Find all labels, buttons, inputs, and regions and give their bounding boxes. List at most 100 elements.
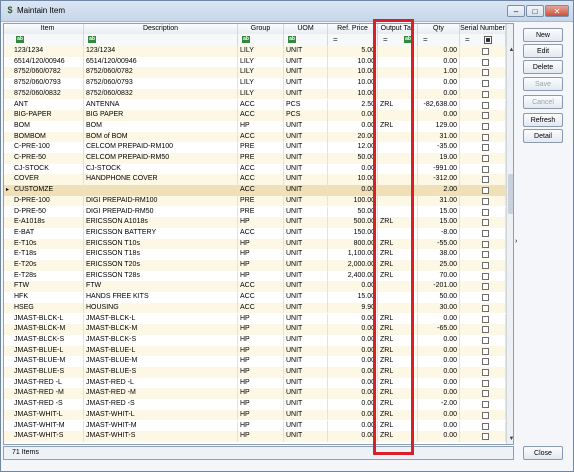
- serial-number-checkbox[interactable]: [482, 101, 489, 109]
- cell-serial-number[interactable]: [460, 302, 506, 314]
- cell-serial-number[interactable]: [460, 46, 506, 57]
- edit-button[interactable]: Edit: [523, 44, 563, 58]
- serial-number-checkbox[interactable]: [482, 390, 489, 398]
- scroll-thumb[interactable]: [508, 174, 513, 214]
- serial-number-checkbox[interactable]: [482, 112, 489, 120]
- serial-number-checkbox[interactable]: [482, 176, 489, 184]
- scroll-down-icon[interactable]: ▼: [507, 435, 513, 444]
- header-qty[interactable]: Qty: [418, 24, 460, 34]
- minimize-button[interactable]: –: [507, 5, 525, 17]
- table-row[interactable]: C-PRE-50 CELCOM PREPAID-RM50 PRE UNIT 50.00 1…: [4, 153, 513, 164]
- cell-serial-number[interactable]: [460, 334, 506, 346]
- cell-serial-number[interactable]: [460, 409, 506, 421]
- table-row[interactable]: HFK HANDS FREE KITS ACC UNIT 15.00 50.00: [4, 292, 513, 303]
- serial-number-checkbox[interactable]: [482, 58, 489, 66]
- table-row[interactable]: HSEG HOUSING ACC UNIT 9.90 30.00: [4, 302, 513, 314]
- table-row[interactable]: JMAST-WHIT-L JMAST-WHIT-L HP UNIT 0.00 ZRL 0.0…: [4, 409, 513, 421]
- cell-serial-number[interactable]: [460, 420, 506, 432]
- serial-number-checkbox[interactable]: [482, 336, 489, 344]
- serial-number-checkbox[interactable]: [482, 262, 489, 269]
- cell-serial-number[interactable]: [460, 270, 506, 282]
- header-item[interactable]: Item: [12, 24, 84, 34]
- table-row[interactable]: BOM BOM HP UNIT 0.00 ZRL 129.00: [4, 120, 513, 132]
- table-row[interactable]: JMAST-BLCK-L JMAST-BLCK-L HP UNIT 0.00 ZRL 0.0…: [4, 313, 513, 325]
- vertical-scrollbar[interactable]: ▲ ▼: [506, 24, 513, 444]
- table-row[interactable]: JMAST-RED -M JMAST-RED -M HP UNIT 0.00 ZRL 0.0…: [4, 388, 513, 400]
- serial-number-checkbox[interactable]: [482, 155, 489, 162]
- serial-number-checkbox[interactable]: [482, 144, 489, 152]
- table-row[interactable]: D-PRE-50 DIGI PREPAID-RM50 PRE UNIT 50.00 15.…: [4, 206, 513, 218]
- table-row[interactable]: JMAST-WHIT-S JMAST-WHIT-S HP UNIT 0.00 ZRL 0.0…: [4, 431, 513, 442]
- serial-number-checkbox[interactable]: [482, 133, 489, 141]
- serial-number-checkbox[interactable]: [482, 80, 489, 88]
- serial-number-checkbox[interactable]: [482, 208, 489, 216]
- table-row[interactable]: JMAST-BLUE-S JMAST-BLUE-S HP UNIT 0.00 ZRL 0.0…: [4, 367, 513, 378]
- detail-button[interactable]: Detail: [523, 129, 563, 143]
- serial-number-checkbox[interactable]: [482, 369, 489, 376]
- serial-number-checkbox[interactable]: [482, 326, 489, 334]
- table-row[interactable]: JMAST-WHIT-M JMAST-WHIT-M HP UNIT 0.00 ZRL 0.0…: [4, 420, 513, 432]
- cell-serial-number[interactable]: [460, 88, 506, 100]
- table-row[interactable]: BOMBOM BOM of BOM ACC UNIT 20.00 31.00: [4, 131, 513, 143]
- table-row[interactable]: CJ-STOCK CJ-STOCK ACC UNIT 0.00 -991.00: [4, 163, 513, 175]
- table-row[interactable]: E-T20s ERICSSON T20s HP UNIT 2,000.00 ZRL 25.0…: [4, 260, 513, 271]
- cell-serial-number[interactable]: [460, 78, 506, 89]
- cell-serial-number[interactable]: [460, 367, 506, 378]
- serial-number-checkbox[interactable]: [482, 433, 489, 441]
- table-row[interactable]: JMAST-BLCK-S JMAST-BLCK-S HP UNIT 0.00 ZRL 0.0…: [4, 334, 513, 346]
- scroll-up-icon[interactable]: ▲: [507, 46, 513, 55]
- close-window-button[interactable]: ✕: [545, 5, 569, 17]
- cell-serial-number[interactable]: [460, 174, 506, 186]
- cancel-button[interactable]: Cancel: [523, 95, 563, 109]
- header-ref-price[interactable]: Ref. Price: [328, 24, 378, 34]
- serial-number-checkbox[interactable]: [482, 358, 489, 366]
- cell-serial-number[interactable]: [460, 345, 506, 357]
- serial-number-checkbox[interactable]: [482, 283, 489, 291]
- serial-number-checkbox[interactable]: [482, 379, 489, 387]
- maximize-button[interactable]: □: [526, 5, 544, 17]
- table-row[interactable]: FTW FTW ACC UNIT 0.00 -201.00: [4, 281, 513, 293]
- table-row[interactable]: 8752/060/0793 8752/060/0793 LILY UNIT 10.00 0…: [4, 78, 513, 89]
- cell-serial-number[interactable]: [460, 399, 506, 410]
- serial-number-checkbox[interactable]: [482, 251, 489, 259]
- cell-serial-number[interactable]: [460, 163, 506, 175]
- cell-serial-number[interactable]: [460, 56, 506, 68]
- new-button[interactable]: New: [523, 28, 563, 42]
- serial-number-checkbox[interactable]: [482, 272, 489, 280]
- cell-serial-number[interactable]: [460, 260, 506, 271]
- serial-number-checkbox[interactable]: [482, 422, 489, 430]
- header-description[interactable]: Description: [84, 24, 238, 34]
- serial-number-checkbox[interactable]: [482, 219, 489, 227]
- serial-number-checkbox[interactable]: [482, 122, 489, 130]
- header-group[interactable]: Group: [238, 24, 284, 34]
- table-row[interactable]: ▸ CUSTOMZE ACC UNIT 0.00 2.00: [4, 185, 513, 196]
- serial-number-checkbox[interactable]: [482, 401, 489, 409]
- delete-button[interactable]: Delete: [523, 60, 563, 74]
- cell-serial-number[interactable]: [460, 377, 506, 389]
- close-button[interactable]: Close: [523, 446, 563, 460]
- table-row[interactable]: JMAST-BLUE-M JMAST-BLUE-M HP UNIT 0.00 ZRL 0.0…: [4, 356, 513, 367]
- filter-item[interactable]: ab: [12, 34, 84, 46]
- cell-serial-number[interactable]: [460, 153, 506, 164]
- table-row[interactable]: E-T10s ERICSSON T10s HP UNIT 800.00 ZRL -55.00: [4, 238, 513, 250]
- cell-serial-number[interactable]: [460, 281, 506, 293]
- cell-serial-number[interactable]: [460, 131, 506, 143]
- serial-number-checkbox[interactable]: [482, 304, 489, 312]
- table-row[interactable]: JMAST-RED -S JMAST-RED -S HP UNIT 0.00 ZRL -2.…: [4, 399, 513, 410]
- table-row[interactable]: 6514/120/00946 6514/120/00946 LILY UNIT 10.0…: [4, 56, 513, 68]
- cell-serial-number[interactable]: [460, 324, 506, 335]
- filter-ref-price[interactable]: =: [328, 34, 378, 46]
- cell-serial-number[interactable]: [460, 313, 506, 325]
- serial-number-checkbox[interactable]: [482, 229, 489, 237]
- cell-serial-number[interactable]: [460, 67, 506, 79]
- cell-serial-number[interactable]: [460, 195, 506, 207]
- table-row[interactable]: 8752/060/0832 8752/060/0832 LILY UNIT 10.00 0…: [4, 88, 513, 100]
- filter-uom[interactable]: ab: [284, 34, 328, 46]
- table-row[interactable]: BIG-PAPER BIG PAPER ACC PCS 0.00 0.00: [4, 110, 513, 121]
- header-uom[interactable]: UOM: [284, 24, 328, 34]
- refresh-button[interactable]: Refresh: [523, 113, 563, 127]
- table-row[interactable]: COVER HANDPHONE COVER ACC UNIT 10.00 -312.00: [4, 174, 513, 186]
- serial-number-checkbox[interactable]: [482, 187, 489, 195]
- serial-number-checkbox[interactable]: [482, 48, 489, 55]
- cell-serial-number[interactable]: [460, 142, 506, 153]
